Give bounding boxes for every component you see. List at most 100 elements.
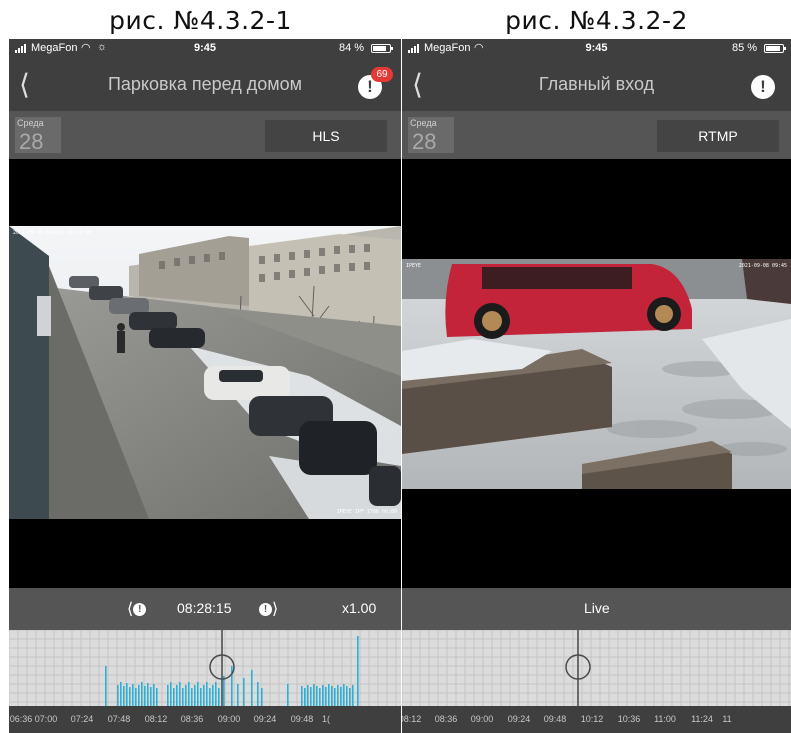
recording-bar: [173, 688, 175, 706]
tick-label: 10:12: [580, 714, 604, 724]
recording-bar: [185, 685, 187, 706]
recording-bar: [310, 687, 312, 706]
date-picker[interactable]: Среда 28: [15, 117, 61, 154]
recording-bar: [215, 682, 217, 706]
recording-bar: [135, 688, 137, 706]
recording-bar: [352, 685, 354, 706]
next-event-icon[interactable]: ! ⟩: [259, 599, 278, 619]
alert-icon[interactable]: !: [751, 75, 775, 99]
tick-label: 10:36: [617, 714, 641, 724]
tick-label: 07:00: [34, 714, 58, 724]
battery-percent: 84 %: [339, 42, 365, 54]
status-bar: MegaFon ◠ ☼ 9:45 84 %: [9, 39, 401, 59]
recording-bar: [212, 685, 214, 706]
tick-label: 09:00: [470, 714, 494, 724]
entrance-image: [402, 259, 791, 489]
parking-lot-image: [9, 226, 401, 519]
recording-bar: [167, 685, 169, 706]
tick-label: 11:00: [654, 714, 676, 724]
camera-video-feed[interactable]: IPEYE 2021-09-08 09:45: [402, 259, 791, 489]
recording-bar: [261, 688, 263, 706]
playback-time: 08:28:15: [177, 600, 232, 616]
recording-bar: [316, 686, 318, 706]
live-indicator[interactable]: Live: [584, 600, 610, 616]
weekday-label: Среда: [17, 118, 44, 128]
tick-label: 1(: [321, 714, 330, 724]
recording-bar: [287, 684, 289, 706]
protocol-button[interactable]: HLS: [265, 120, 387, 152]
figure-caption-2: рис. №4.3.2-2: [505, 6, 688, 35]
figure-caption-1: рис. №4.3.2-1: [109, 6, 292, 35]
battery-icon: [764, 44, 786, 53]
recording-bar: [126, 683, 128, 706]
recording-bar: [209, 688, 211, 706]
archive-timeline[interactable]: [402, 630, 791, 706]
alert-badge: 69: [371, 67, 393, 82]
playback-controls: ⟨! 08:28:15 ! ⟩ x1.00: [9, 588, 401, 630]
tick-label: 08:12: [402, 714, 422, 724]
tick-label: 07:48: [107, 714, 131, 724]
camera-title: Главный вход: [538, 74, 655, 94]
recording-bar: [156, 688, 158, 706]
recording-bar: [153, 684, 155, 706]
recording-bar: [319, 688, 321, 706]
timeline-ticks: 06:36 07:00 07:24 07:48 08:12 08:36 09:0…: [9, 706, 401, 733]
recording-bar: [237, 684, 239, 706]
recording-bar: [301, 686, 303, 706]
recording-bar: [243, 678, 245, 706]
tick-label: 08:12: [144, 714, 168, 724]
recording-bar: [141, 682, 143, 706]
prev-event-icon[interactable]: ⟨!: [127, 599, 147, 619]
recording-bar: [206, 682, 208, 706]
recording-bar: [123, 686, 125, 706]
recording-bar: [176, 685, 178, 706]
timeline-graph: [9, 630, 401, 706]
recording-bar: [197, 682, 199, 706]
recording-bar: [251, 670, 253, 706]
nav-bar: ⟨ Главный вход !: [402, 59, 791, 111]
playback-controls: Live: [402, 588, 791, 630]
recording-bar: [120, 682, 122, 706]
archive-timeline[interactable]: [9, 630, 401, 706]
camera-video-feed[interactable]: 2021-09-08 Sunday 09:17:28 IPEYE IPF 170…: [9, 226, 401, 519]
recording-bar: [170, 682, 172, 706]
recording-bar: [203, 685, 205, 706]
weekday-label: Среда: [410, 118, 437, 128]
tick-label: 11: [722, 714, 732, 724]
recording-bar: [182, 688, 184, 706]
phone-screen-live: MegaFon ◠ 9:45 85 % ⟨ Главный вход ! Сре…: [402, 39, 791, 733]
recording-bar: [346, 686, 348, 706]
tick-label: 09:48: [543, 714, 567, 724]
recording-bar: [337, 685, 339, 706]
date-picker[interactable]: Среда 28: [408, 117, 454, 154]
nav-bar: ⟨ Парковка перед домом ! 69: [9, 59, 401, 111]
recording-bar: [334, 688, 336, 706]
tick-label: 09:00: [217, 714, 241, 724]
playback-speed[interactable]: x1.00: [342, 600, 376, 616]
osd-timestamp: 2021-09-08 09:45: [738, 263, 787, 269]
status-bar: MegaFon ◠ 9:45 85 %: [402, 39, 791, 59]
osd-camera-name: IPEYE: [406, 263, 422, 269]
recording-bar: [105, 666, 107, 706]
recording-bar: [328, 684, 330, 706]
recording-bar: [129, 687, 131, 706]
tick-label: 11:24: [691, 714, 713, 724]
recording-bar: [191, 688, 193, 706]
recording-bar: [144, 686, 146, 706]
chevron-left-icon[interactable]: ⟨: [19, 68, 30, 101]
recording-bar: [304, 688, 306, 706]
recording-bar: [313, 684, 315, 706]
battery-icon: [371, 44, 393, 53]
recording-bar: [322, 685, 324, 706]
osd-timestamp: 2021-09-08 Sunday 09:17:28: [13, 230, 92, 236]
recording-bar: [349, 688, 351, 706]
tick-label: 09:24: [507, 714, 531, 724]
recording-bar: [343, 684, 345, 706]
recording-bar: [218, 688, 220, 706]
recording-bar: [179, 682, 181, 706]
protocol-button[interactable]: RTMP: [657, 120, 779, 152]
recording-bar: [200, 688, 202, 706]
day-label: 28: [19, 129, 44, 154]
chevron-left-icon[interactable]: ⟨: [412, 68, 423, 101]
recording-bar: [331, 686, 333, 706]
